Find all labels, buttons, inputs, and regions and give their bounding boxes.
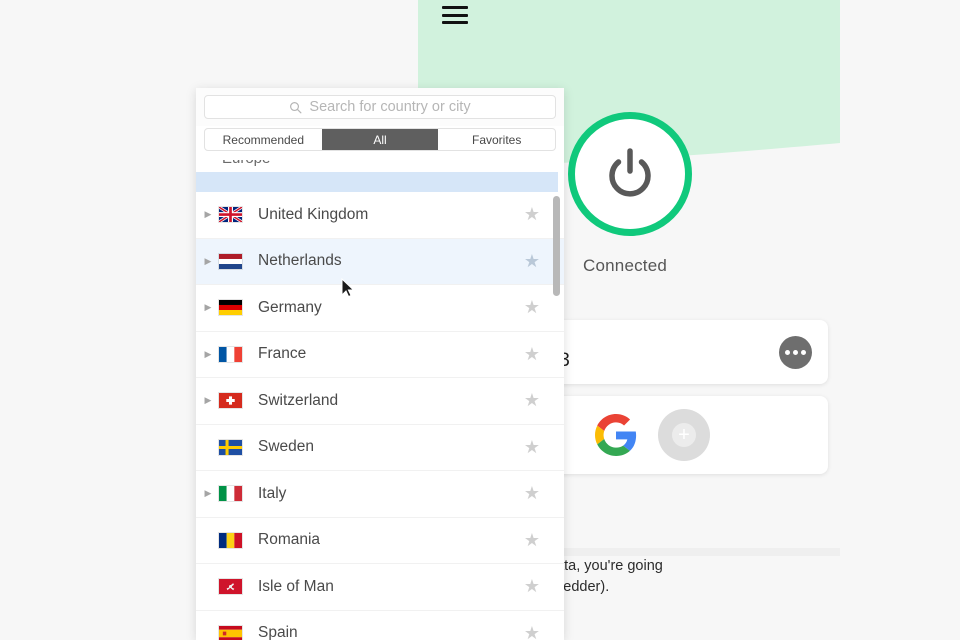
country-row-nl[interactable]: ▶ Netherlands ★ [196,238,564,285]
favorite-star-icon[interactable]: ★ [524,483,540,504]
flag-icon-im [218,578,243,596]
list-filter-tabs: Recommended All Favorites [204,128,556,151]
add-shortcut-button[interactable]: + [658,409,710,461]
plus-icon: + [672,423,696,447]
flag-icon-se [218,438,243,456]
country-name: Sweden [258,438,315,456]
expand-caret-icon[interactable]: ▶ [200,256,216,267]
country-name: Isle of Man [258,577,334,595]
country-row-ch[interactable]: ▶ Switzerland ★ [196,378,564,425]
country-name: Netherlands [258,252,342,270]
more-dot [801,350,806,355]
country-name: Switzerland [258,391,339,409]
screen: Connected cation s Angeles - 3 W [0,0,960,640]
flag-icon-gb [218,206,243,224]
country-list-body: Europe ▶ United Kingdom★▶ Netherlands★▶ … [196,160,564,640]
scrollbar-track[interactable] [553,174,562,634]
search-icon [290,101,302,113]
country-name: Spain [258,624,298,640]
country-row-ro[interactable]: Romania ★ [196,518,564,564]
country-row-fr[interactable]: ▶ France ★ [196,332,564,378]
connection-status: Connected [583,256,668,275]
country-list-panel: Search for country or city Recommended A… [196,88,564,640]
more-dot [785,350,790,355]
flag-icon-fr [218,345,243,363]
more-dot [793,350,798,355]
hamburger-menu-icon[interactable] [442,6,468,24]
country-row-de[interactable]: ▶ Germany ★ [196,285,564,332]
favorite-star-icon[interactable]: ★ [524,576,540,597]
country-name: United Kingdom [258,205,369,223]
favorite-star-icon[interactable]: ★ [524,530,540,551]
tab-favorites[interactable]: Favorites [438,129,555,150]
flag-icon-nl [218,252,243,270]
more-options-icon[interactable] [779,336,812,369]
flag-icon-it [218,485,243,503]
country-row-es[interactable]: Spain ★ [196,611,564,640]
search-row: Search for country or city [196,88,564,126]
mouse-cursor [341,278,355,298]
country-name: Germany [258,298,322,316]
country-row-im[interactable]: Isle of Man ★ [196,564,564,611]
country-row-gb[interactable]: ▶ United Kingdom ★ [196,192,564,239]
search-input[interactable]: Search for country or city [204,95,556,119]
power-button-wrap [568,112,692,236]
tab-recommended[interactable]: Recommended [205,129,322,150]
favorite-star-icon[interactable]: ★ [524,297,540,318]
country-name: Romania [258,531,321,549]
country-row-it[interactable]: ▶ Italy ★ [196,471,564,518]
selection-band [196,172,558,192]
google-g-glyph [595,414,637,456]
search-placeholder: Search for country or city [309,99,471,115]
flag-icon-ro [218,531,243,549]
country-row-se[interactable]: Sweden ★ [196,425,564,471]
tab-all[interactable]: All [321,129,439,150]
country-name: France [258,345,307,363]
favorite-star-icon[interactable]: ★ [524,251,540,272]
country-rows: ▶ United Kingdom ★ ▶ Netherlands ★ ▶ Germany… [196,192,564,640]
flag-icon-es [218,624,243,640]
expand-caret-icon[interactable]: ▶ [200,349,216,360]
favorite-star-icon[interactable]: ★ [524,437,540,458]
favorite-star-icon[interactable]: ★ [524,623,540,640]
google-shortcut-icon[interactable] [590,409,642,461]
hamburger-bar [442,13,468,17]
expand-caret-icon[interactable]: ▶ [200,488,216,499]
power-button[interactable] [568,112,692,236]
expand-caret-icon[interactable]: ▶ [200,209,216,220]
hamburger-bar [442,21,468,24]
country-name: Italy [258,484,287,502]
flag-icon-de [218,299,243,317]
scrollbar-thumb[interactable] [553,196,560,296]
power-icon [609,148,651,197]
expand-caret-icon[interactable]: ▶ [200,395,216,406]
flag-icon-ch [218,392,243,410]
favorite-star-icon[interactable]: ★ [524,390,540,411]
favorite-star-icon[interactable]: ★ [524,344,540,365]
favorite-star-icon[interactable]: ★ [524,204,540,225]
hamburger-bar [442,6,468,9]
expand-caret-icon[interactable]: ▶ [200,302,216,313]
